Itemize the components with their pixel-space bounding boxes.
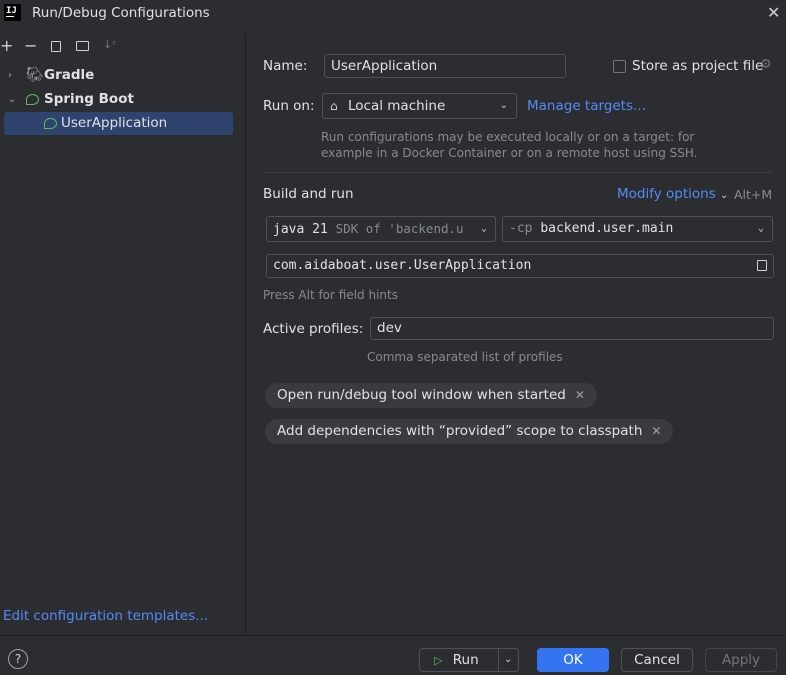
cp-prefix: -cp xyxy=(509,221,533,236)
cancel-button[interactable]: Cancel xyxy=(621,648,693,672)
sdk-detail: SDK of 'backend.u xyxy=(335,221,464,236)
classpath-dropdown[interactable]: -cp backend.user.main ⌄ xyxy=(502,216,773,242)
chevron-down-icon: ⌄ xyxy=(757,223,764,234)
play-icon: ▷ xyxy=(434,654,443,667)
dialog-button-bar: ? ▷ Run ⌄ OK Cancel Apply xyxy=(0,635,786,675)
run-on-hint-line-1: Run configurations may be executed local… xyxy=(321,130,695,144)
split-divider xyxy=(498,649,499,671)
store-as-project-checkbox[interactable] xyxy=(613,60,626,73)
spring-boot-config-icon xyxy=(44,118,57,129)
run-button-label: Run xyxy=(452,652,479,668)
classpath-value: backend.user.main xyxy=(540,221,674,236)
edit-templates-link[interactable]: Edit configuration templates... xyxy=(3,608,208,624)
new-folder-icon[interactable] xyxy=(76,41,89,51)
active-profiles-hint: Comma separated list of profiles xyxy=(367,350,563,364)
help-button[interactable]: ? xyxy=(8,649,28,669)
modify-options-shortcut: Alt+M xyxy=(734,187,773,202)
run-on-value: Local machine xyxy=(348,98,446,114)
run-on-hint-line-2: example in a Docker Container or on a re… xyxy=(321,146,698,160)
section-divider xyxy=(263,172,773,173)
remove-chip-icon[interactable]: ✕ xyxy=(575,388,585,402)
apply-button[interactable]: Apply xyxy=(705,648,777,672)
close-icon[interactable]: ✕ xyxy=(767,3,780,22)
add-icon[interactable]: + xyxy=(0,36,13,55)
chevron-down-icon[interactable]: ⌄ xyxy=(504,649,512,671)
tree-item-gradle[interactable]: › 🐘︎ Gradle xyxy=(4,64,233,87)
run-on-label: Run on: xyxy=(263,98,315,114)
tree-item-user-application[interactable]: UserApplication xyxy=(4,112,233,135)
window-title: Run/Debug Configurations xyxy=(32,5,210,21)
run-button[interactable]: ▷ Run ⌄ xyxy=(419,648,519,672)
field-hint: Press Alt for field hints xyxy=(263,288,398,302)
remove-chip-icon[interactable]: ✕ xyxy=(651,424,661,438)
build-and-run-title: Build and run xyxy=(263,186,354,202)
name-label: Name: xyxy=(263,58,308,74)
tree-item-label: UserApplication xyxy=(61,115,168,131)
main-class-value: com.aidaboat.user.UserApplication xyxy=(273,258,532,273)
store-as-project-label[interactable]: Store as project file xyxy=(632,58,763,74)
ok-button[interactable]: OK xyxy=(537,648,609,672)
modify-options-label: Modify options xyxy=(617,186,716,202)
gradle-icon: 🐘︎ xyxy=(26,67,44,83)
sort-icon[interactable]: ↓ᶻ xyxy=(103,38,116,51)
active-profiles-field[interactable]: dev xyxy=(370,317,774,340)
chevron-down-icon: ⌄ xyxy=(478,217,487,241)
option-chip: Add dependencies with “provided” scope t… xyxy=(265,419,674,444)
chevron-down-icon: ⌄ xyxy=(720,190,729,201)
option-chip-label: Open run/debug tool window when started xyxy=(277,387,566,403)
gear-icon[interactable]: ⚙ xyxy=(760,57,772,72)
copy-icon[interactable] xyxy=(51,41,61,52)
option-chip-label: Add dependencies with “provided” scope t… xyxy=(277,423,643,439)
run-on-dropdown[interactable]: ⌂ Local machine ⌄ xyxy=(322,93,517,119)
active-profiles-label: Active profiles: xyxy=(263,321,364,337)
home-icon: ⌂ xyxy=(330,99,338,113)
chevron-down-icon: ⌄ xyxy=(499,100,508,111)
chevron-down-icon[interactable]: ⌄ xyxy=(8,88,16,111)
sdk-dropdown[interactable]: java 21 SDK of 'backend.u ⌄ xyxy=(266,216,496,242)
title-bar: IJ Run/Debug Configurations ✕ xyxy=(0,0,786,28)
spring-boot-icon xyxy=(26,94,39,105)
tree-item-label: Gradle xyxy=(44,67,95,83)
tree-item-spring-boot[interactable]: ⌄ Spring Boot xyxy=(4,88,233,111)
configurations-sidebar: + − ↓ᶻ › 🐘︎ Gradle ⌄ Spring Boot UserApp… xyxy=(0,34,246,635)
modify-options-link[interactable]: Modify options ⌄ xyxy=(617,186,728,202)
intellij-app-icon: IJ xyxy=(4,4,21,21)
remove-icon[interactable]: − xyxy=(24,36,37,55)
chevron-right-icon[interactable]: › xyxy=(8,64,12,87)
manage-targets-link[interactable]: Manage targets... xyxy=(527,98,646,114)
name-field[interactable]: UserApplication xyxy=(324,54,566,78)
option-chip: Open run/debug tool window when started ✕ xyxy=(265,383,597,408)
browse-icon[interactable] xyxy=(757,260,767,271)
tree-item-label: Spring Boot xyxy=(44,91,134,107)
main-class-field[interactable]: com.aidaboat.user.UserApplication xyxy=(266,254,774,278)
sdk-value: java 21 xyxy=(273,222,328,237)
